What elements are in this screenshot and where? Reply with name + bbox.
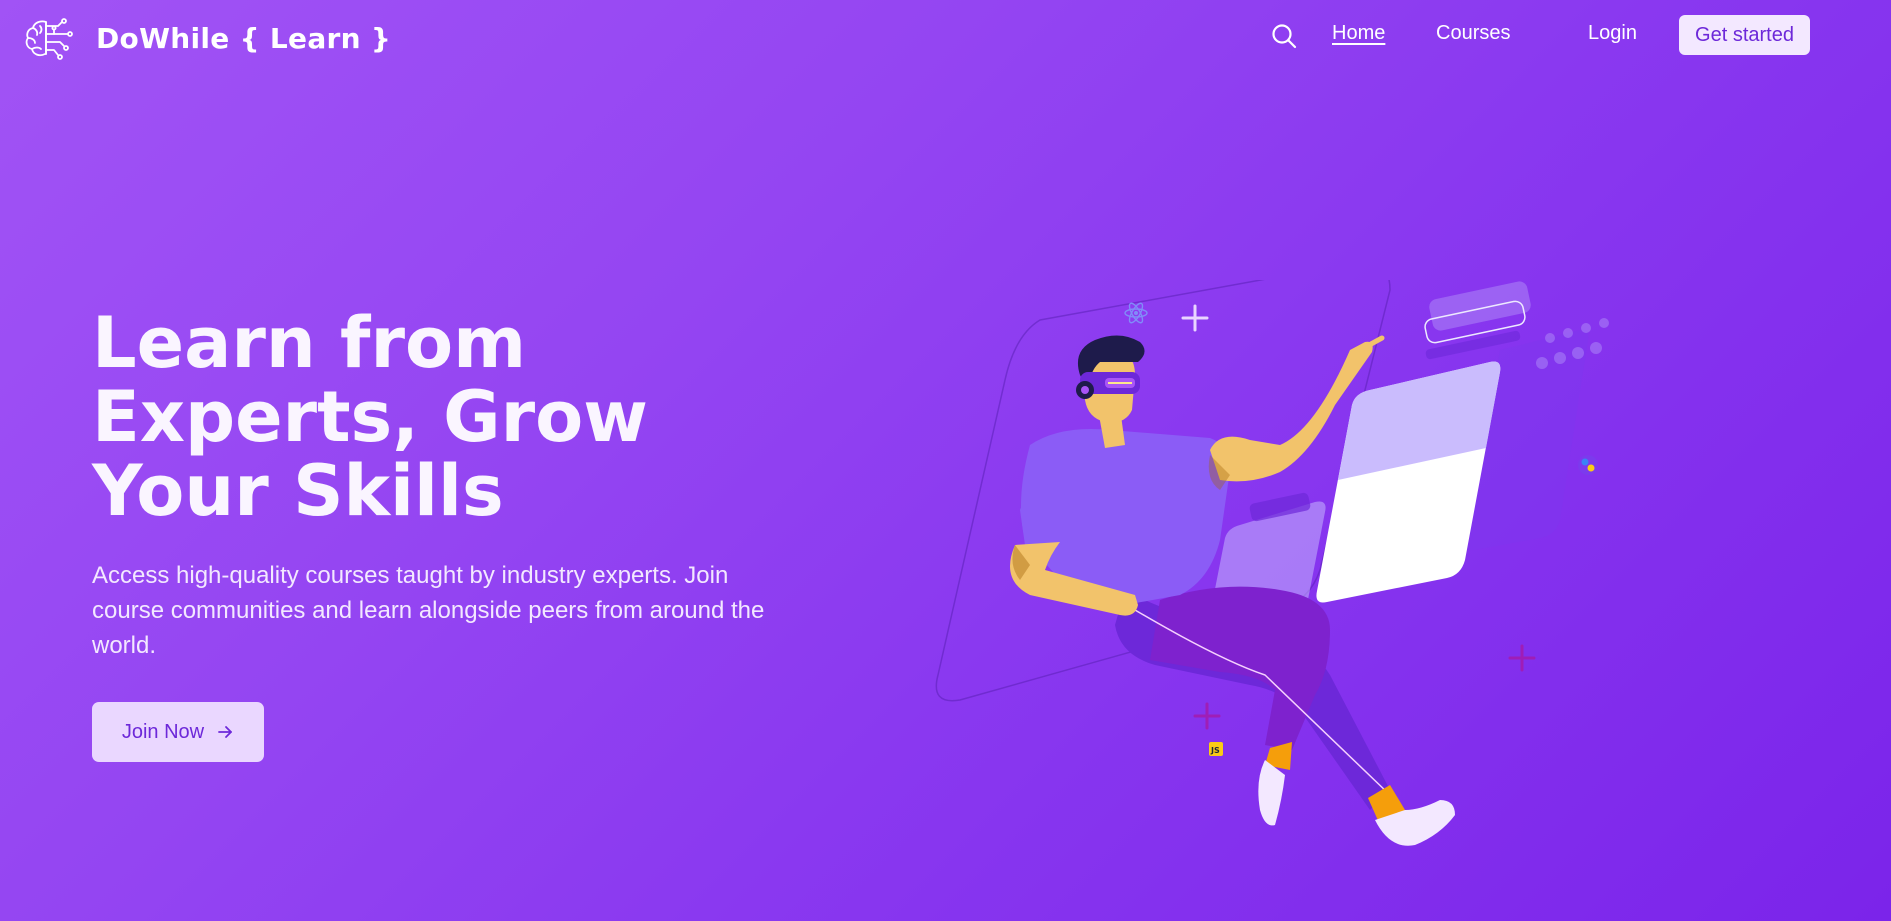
arrow-right-icon [218, 726, 233, 738]
top-navbar: DoWhile { Learn } Home Courses Login Get… [0, 0, 1891, 74]
hero-subtitle: Access high-quality courses taught by in… [92, 562, 765, 659]
brand-logo-link[interactable]: DoWhile { Learn } [24, 16, 391, 60]
nav-link-login[interactable]: Login [1588, 22, 1637, 45]
nav-link-courses[interactable]: Courses [1436, 22, 1510, 45]
get-started-button[interactable]: Get started [1679, 15, 1810, 55]
hero-title: Learn from Experts, Grow Your Skills [92, 302, 648, 532]
brain-circuit-icon [25, 18, 73, 60]
search-icon[interactable] [1270, 22, 1298, 50]
brand-name: DoWhile { Learn } [96, 21, 392, 55]
join-now-label: Join Now [121, 720, 205, 743]
svg-text:JS: JS [1210, 746, 1220, 755]
nav-link-home[interactable]: Home [1332, 22, 1385, 45]
vr-learner-illustration: JS [935, 280, 1609, 846]
join-now-button[interactable]: Join Now [92, 702, 264, 762]
